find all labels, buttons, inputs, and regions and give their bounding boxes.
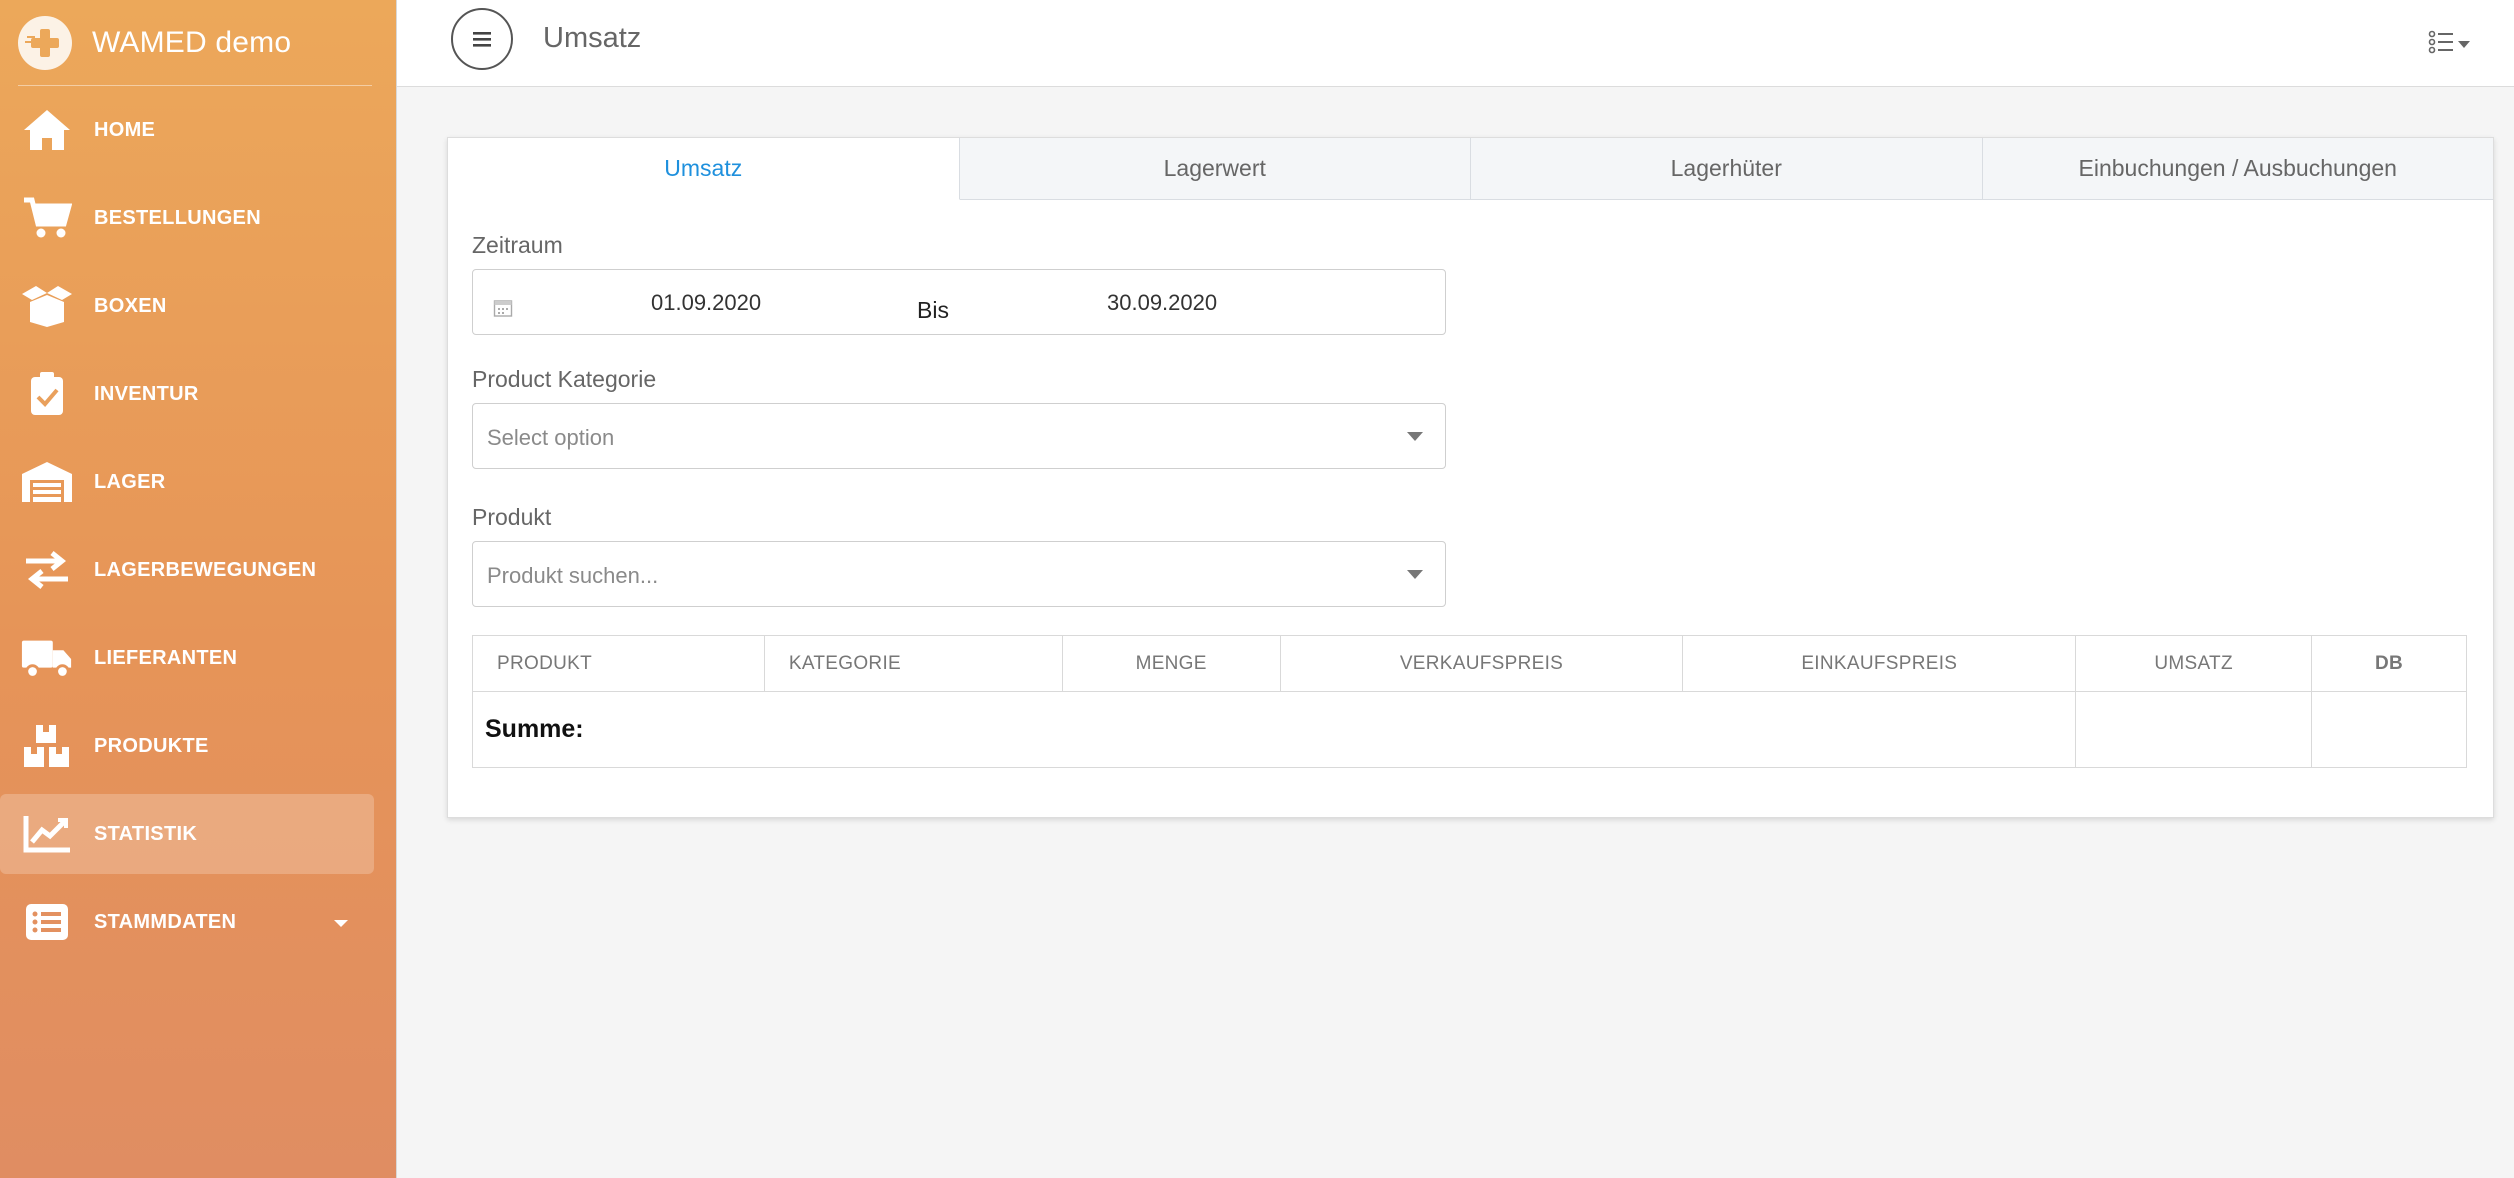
clipboard-check-icon xyxy=(20,367,74,421)
column-header-db[interactable]: DB xyxy=(2311,635,2467,692)
sidebar-item-label: INVENTUR xyxy=(94,382,199,405)
column-header-produkt[interactable]: PRODUKT xyxy=(472,635,765,692)
zeitraum-label: Zeitraum xyxy=(472,232,563,258)
table-sum-row: Summe: xyxy=(471,691,2467,768)
kategorie-label: Product Kategorie xyxy=(472,366,657,392)
view-options-dropdown[interactable] xyxy=(2428,30,2470,54)
cart-icon xyxy=(20,191,74,245)
sidebar-item-statistik[interactable]: STATISTIK xyxy=(0,794,374,874)
transfer-arrows-icon xyxy=(20,543,74,597)
date-separator: Bis xyxy=(917,297,949,323)
sidebar-item-home[interactable]: HOME xyxy=(0,90,374,170)
menu-toggle-button[interactable] xyxy=(451,8,513,70)
sidebar-item-label: PRODUKTE xyxy=(94,734,209,757)
sidebar-item-lieferanten[interactable]: LIEFERANTEN xyxy=(0,618,374,698)
warehouse-icon xyxy=(20,455,74,509)
boxes-icon xyxy=(20,719,74,773)
sum-umsatz-cell xyxy=(2075,691,2313,768)
chevron-down-icon xyxy=(1407,432,1423,441)
list-icon xyxy=(20,895,74,949)
chevron-down-icon xyxy=(334,920,348,927)
produkt-label: Produkt xyxy=(472,504,552,530)
kategorie-select[interactable]: Select option xyxy=(472,403,1446,469)
brand-logo-icon xyxy=(18,15,72,70)
statistics-card: Umsatz Lagerwert Lagerhüter Einbuchungen… xyxy=(447,137,2494,818)
sidebar-item-produkte[interactable]: PRODUKTE xyxy=(0,706,374,786)
column-header-menge[interactable]: MENGE xyxy=(1061,635,1281,692)
column-header-umsatz[interactable]: UMSATZ xyxy=(2075,635,2313,692)
sum-label-cell: Summe: xyxy=(471,691,2077,768)
sidebar-item-label: BESTELLUNGEN xyxy=(94,206,261,229)
sidebar-item-lager[interactable]: LAGER xyxy=(0,442,374,522)
date-range-picker[interactable]: 01.09.2020 Bis 30.09.2020 xyxy=(472,269,1446,335)
brand-title: WAMED demo xyxy=(92,25,292,59)
sidebar: WAMED demo HOME BESTELLUNGEN BOXEN INVEN… xyxy=(0,0,397,1178)
truck-icon xyxy=(20,631,74,685)
produkt-select[interactable]: Produkt suchen... xyxy=(472,541,1446,607)
column-header-einkaufspreis[interactable]: EINKAUFSPREIS xyxy=(1682,635,2077,692)
chevron-down-icon xyxy=(1407,570,1423,579)
umsatz-table: PRODUKT KATEGORIE MENGE VERKAUFSPREIS EI… xyxy=(471,635,2467,768)
table-header-row: PRODUKT KATEGORIE MENGE VERKAUFSPREIS EI… xyxy=(472,635,2467,692)
chevron-down-icon xyxy=(2458,40,2470,48)
sidebar-item-label: STAMMDATEN xyxy=(94,910,237,933)
sidebar-item-label: LAGERBEWEGUNGEN xyxy=(94,558,317,581)
sidebar-item-label: HOME xyxy=(94,118,156,141)
date-to-input[interactable]: 30.09.2020 xyxy=(1107,290,1217,316)
produkt-select-placeholder: Produkt suchen... xyxy=(487,563,659,588)
sidebar-item-bestellungen[interactable]: BESTELLUNGEN xyxy=(0,178,374,258)
tab-lagerwert[interactable]: Lagerwert xyxy=(960,138,1471,199)
tab-bar: Umsatz Lagerwert Lagerhüter Einbuchungen… xyxy=(448,138,2493,200)
home-icon xyxy=(20,103,74,157)
sidebar-item-boxen[interactable]: BOXEN xyxy=(0,266,374,346)
calendar-icon xyxy=(493,300,513,317)
box-icon xyxy=(20,279,74,333)
sidebar-item-stammdaten[interactable]: STAMMDATEN xyxy=(0,882,374,962)
page-title: Umsatz xyxy=(543,22,642,54)
sidebar-item-lagerbewegungen[interactable]: LAGERBEWEGUNGEN xyxy=(0,530,374,610)
chart-line-icon xyxy=(20,807,74,861)
tab-umsatz[interactable]: Umsatz xyxy=(448,138,960,200)
hamburger-icon xyxy=(473,32,491,47)
sidebar-item-inventur[interactable]: INVENTUR xyxy=(0,354,374,434)
sidebar-item-label: LAGER xyxy=(94,470,166,493)
sidebar-nav: HOME BESTELLUNGEN BOXEN INVENTUR LAGER L… xyxy=(0,90,374,970)
tab-lagerhueter[interactable]: Lagerhüter xyxy=(1471,138,1983,199)
sum-db-cell xyxy=(2311,691,2467,768)
column-header-verkaufspreis[interactable]: VERKAUFSPREIS xyxy=(1279,635,1684,692)
kategorie-select-placeholder: Select option xyxy=(487,425,615,450)
date-from-input[interactable]: 01.09.2020 xyxy=(651,290,761,316)
sum-label: Summe: xyxy=(485,715,584,743)
list-options-icon xyxy=(2428,30,2453,54)
sidebar-item-label: LIEFERANTEN xyxy=(94,646,238,669)
topbar: Umsatz xyxy=(397,0,2514,87)
sidebar-item-label: BOXEN xyxy=(94,294,167,317)
column-header-kategorie[interactable]: KATEGORIE xyxy=(763,635,1063,692)
brand[interactable]: WAMED demo xyxy=(18,0,372,86)
tab-einbuchungen-ausbuchungen[interactable]: Einbuchungen / Ausbuchungen xyxy=(1983,138,2494,199)
sidebar-item-label: STATISTIK xyxy=(94,822,198,845)
